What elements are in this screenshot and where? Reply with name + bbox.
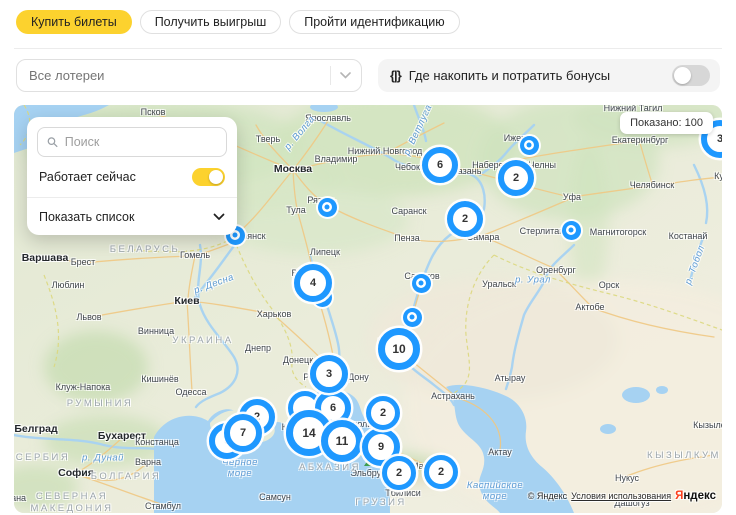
bonus-label: Где накопить и потратить бонусы: [408, 68, 611, 83]
terms-link[interactable]: Условия использования: [571, 491, 671, 501]
lottery-select[interactable]: Все лотереи: [16, 59, 362, 92]
shown-count-badge: Показано: 100: [620, 112, 713, 134]
marker-dot: [324, 204, 330, 210]
copyright-text: © Яндекс: [527, 491, 568, 501]
working-now-toggle[interactable]: [192, 168, 225, 186]
select-separator: [330, 66, 331, 85]
lottery-points-page: Купить билеты Получить выигрыш Пройти иден…: [0, 0, 736, 515]
toggle-knob: [209, 170, 223, 184]
marker-dot: [409, 314, 415, 320]
search-box[interactable]: [37, 127, 227, 157]
cluster-marker[interactable]: 4: [294, 264, 332, 302]
bonus-toggle[interactable]: [672, 65, 710, 86]
yandex-logo: Яндекс: [675, 490, 716, 502]
point-marker[interactable]: [561, 220, 581, 240]
working-now-row: Работает сейчас: [37, 157, 227, 197]
marker-dot: [232, 232, 238, 238]
toggle-knob: [674, 67, 691, 84]
chevron-down-icon: [340, 72, 351, 79]
bonus-icon: {|}: [390, 68, 402, 83]
search-icon: [47, 137, 58, 148]
lottery-select-value: Все лотереи: [29, 68, 105, 83]
search-input[interactable]: [64, 135, 217, 149]
working-now-label: Работает сейчас: [39, 170, 136, 184]
chevron-down-icon: [213, 213, 225, 220]
bonus-filter: {|} Где накопить и потратить бонусы: [378, 59, 720, 92]
cluster-marker[interactable]: 7: [224, 414, 262, 452]
point-marker[interactable]: [402, 307, 422, 327]
cluster-marker[interactable]: 2: [382, 456, 416, 490]
cluster-marker[interactable]: 6: [422, 147, 458, 183]
page-tabs: Купить билеты Получить выигрыш Пройти иден…: [16, 10, 460, 34]
marker-dot: [568, 227, 574, 233]
cluster-marker[interactable]: 10: [378, 328, 420, 370]
cluster-marker[interactable]: 2: [366, 396, 400, 430]
marker-dot: [526, 142, 532, 148]
point-marker[interactable]: [317, 197, 337, 217]
map-filter-panel: Работает сейчас Показать список: [27, 117, 237, 235]
point-marker[interactable]: [519, 135, 539, 155]
map-attribution: © Яндекс Условия использования Яндекс: [528, 490, 716, 502]
tab-2[interactable]: Пройти идентификацию: [289, 10, 460, 34]
tab-1[interactable]: Получить выигрыш: [139, 10, 282, 34]
divider: [14, 48, 722, 49]
point-marker[interactable]: [411, 273, 431, 293]
cluster-marker[interactable]: 2: [447, 201, 483, 237]
yandex-map[interactable]: Псков Нижний Тагил Ярославль Тверь Владимир Н…: [14, 105, 722, 513]
show-list-row[interactable]: Показать список: [37, 198, 227, 235]
show-list-label: Показать список: [39, 209, 135, 224]
marker-dot: [418, 280, 424, 286]
cluster-marker[interactable]: 2: [424, 455, 458, 489]
cluster-marker[interactable]: 11: [321, 420, 363, 462]
tab-0[interactable]: Купить билеты: [16, 10, 132, 34]
cluster-marker[interactable]: 3: [310, 355, 348, 393]
cluster-marker[interactable]: 2: [498, 160, 534, 196]
